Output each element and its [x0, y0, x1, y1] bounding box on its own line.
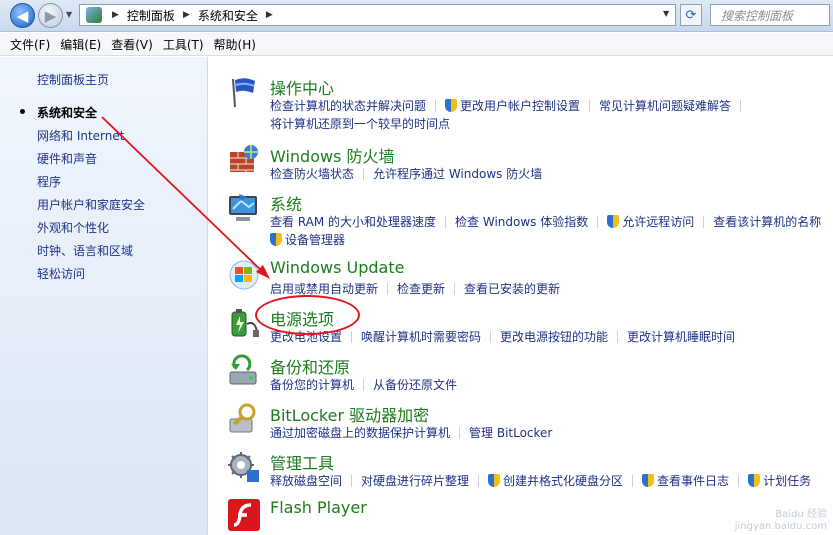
section-links: 释放磁盘空间 对硬盘进行碎片整理 创建并格式化硬盘分区 查看事件日志 计划任务	[270, 472, 811, 489]
task-link[interactable]: 释放磁盘空间	[270, 472, 342, 489]
section-action-center: 操作中心 检查计算机的状态并解决问题 更改用户帐户控制设置 常见计算机问题疑难解…	[227, 75, 833, 131]
task-link[interactable]: 备份您的计算机	[270, 376, 354, 393]
task-link[interactable]: 更改计算机睡眠时间	[627, 328, 735, 345]
sidebar-item-user-accounts[interactable]: 用户帐户和家庭安全	[37, 196, 145, 213]
task-link[interactable]: 常见计算机问题疑难解答	[599, 97, 731, 114]
section-links: 检查防火墙状态 允许程序通过 Windows 防火墙	[270, 165, 542, 182]
uac-shield-icon	[270, 233, 282, 246]
section-bitlocker: BitLocker 驱动器加密 通过加密磁盘上的数据保护计算机 管理 BitLo…	[227, 402, 833, 442]
section-backup-restore: 备份和还原 备份您的计算机 从备份还原文件	[227, 354, 833, 394]
task-link[interactable]: 更改用户帐户控制设置	[460, 97, 580, 114]
task-link[interactable]: 通过加密磁盘上的数据保护计算机	[270, 424, 450, 441]
section-links: 将计算机还原到一个较早的时间点	[270, 115, 450, 132]
task-link[interactable]: 唤醒计算机时需要密码	[361, 328, 481, 345]
sidebar-item-hardware[interactable]: 硬件和声音	[37, 150, 97, 167]
section-title[interactable]: 操作中心	[270, 75, 334, 99]
section-title[interactable]: Flash Player	[270, 498, 367, 517]
section-links: 查看 RAM 的大小和处理器速度 检查 Windows 体验指数 允许远程访问 …	[270, 213, 821, 230]
menu-bar: 文件(F) 编辑(E) 查看(V) 工具(T) 帮助(H)	[0, 33, 833, 56]
task-link[interactable]: 查看该计算机的名称	[713, 213, 821, 230]
task-link[interactable]: 启用或禁用自动更新	[270, 280, 378, 297]
task-link[interactable]: 检查更新	[397, 280, 445, 297]
task-link[interactable]: 查看已安装的更新	[464, 280, 560, 297]
search-input[interactable]: 搜索控制面板	[710, 4, 830, 26]
uac-shield-icon	[642, 474, 655, 487]
task-link[interactable]: 对硬盘进行碎片整理	[361, 472, 469, 489]
task-link[interactable]: 检查防火墙状态	[270, 165, 354, 182]
section-title[interactable]: 备份和还原	[270, 354, 350, 378]
section-system: 系统 查看 RAM 的大小和处理器速度 检查 Windows 体验指数 允许远程…	[227, 191, 833, 247]
uac-shield-icon	[607, 215, 620, 228]
chevron-right-icon[interactable]: ▶	[266, 10, 273, 20]
section-windows-update: Windows Update 启用或禁用自动更新 检查更新 查看已安装的更新	[227, 258, 833, 298]
chevron-right-icon[interactable]: ▶	[112, 10, 119, 20]
section-title[interactable]: 管理工具	[270, 450, 334, 474]
breadcrumb-control-panel[interactable]: 控制面板	[127, 7, 175, 24]
sidebar-item-clock-region[interactable]: 时钟、语言和区域	[37, 242, 133, 259]
menu-view[interactable]: 查看(V)	[111, 36, 153, 53]
section-links: 检查计算机的状态并解决问题 更改用户帐户控制设置 常见计算机问题疑难解答	[270, 97, 750, 114]
uac-shield-icon	[445, 99, 458, 112]
menu-tools[interactable]: 工具(T)	[163, 36, 204, 53]
sidebar-home-link[interactable]: 控制面板主页	[37, 71, 109, 88]
sidebar-item-network[interactable]: 网络和 Internet	[37, 127, 124, 144]
flash-player-icon	[228, 499, 260, 531]
task-link[interactable]: 更改电源按钮的功能	[500, 328, 608, 345]
back-button[interactable]: ◀	[10, 3, 35, 28]
uac-shield-icon	[488, 474, 501, 487]
sidebar-item-appearance[interactable]: 外观和个性化	[37, 219, 109, 236]
watermark-url: jingyan.baidu.com	[734, 521, 827, 532]
address-toolbar: ◀ ▶ ▼ ▶ 控制面板 ▶ 系统和安全 ▶ ▼ ⟳ 搜索控制面板	[0, 0, 833, 32]
task-link[interactable]: 查看 RAM 的大小和处理器速度	[270, 213, 436, 230]
menu-file[interactable]: 文件(F)	[10, 36, 50, 53]
task-link[interactable]: 允许程序通过 Windows 防火墙	[373, 165, 542, 182]
section-title[interactable]: Windows Update	[270, 258, 404, 277]
flag-icon	[232, 78, 255, 108]
admin-tools-icon	[228, 452, 259, 482]
task-link[interactable]: 创建并格式化硬盘分区	[503, 472, 623, 489]
forward-button[interactable]: ▶	[38, 3, 63, 28]
task-link[interactable]: 管理 BitLocker	[469, 424, 552, 441]
address-dropdown-icon[interactable]: ▼	[663, 9, 669, 18]
sidebar-item-ease-of-access[interactable]: 轻松访问	[37, 265, 85, 282]
backup-icon	[229, 354, 257, 385]
task-link[interactable]: 允许远程访问	[622, 213, 694, 230]
section-title[interactable]: 系统	[270, 191, 302, 215]
firewall-icon	[230, 145, 258, 172]
task-link[interactable]: 检查计算机的状态并解决问题	[270, 97, 426, 114]
task-link[interactable]: 将计算机还原到一个较早的时间点	[270, 115, 450, 132]
control-panel-icon	[86, 7, 102, 23]
sidebar: 控制面板主页 系统和安全 网络和 Internet 硬件和声音 程序 用户帐户和…	[0, 57, 208, 535]
refresh-button[interactable]: ⟳	[680, 4, 702, 26]
section-links: 设备管理器	[270, 231, 345, 248]
section-firewall: Windows 防火墙 检查防火墙状态 允许程序通过 Windows 防火墙	[227, 143, 833, 183]
current-bullet-icon	[20, 109, 25, 114]
chevron-right-icon[interactable]: ▶	[183, 10, 190, 20]
section-title[interactable]: Windows 防火墙	[270, 143, 395, 167]
task-link[interactable]: 检查 Windows 体验指数	[455, 213, 588, 230]
address-box[interactable]: ▶ 控制面板 ▶ 系统和安全 ▶	[79, 4, 676, 26]
sidebar-item-programs[interactable]: 程序	[37, 173, 61, 190]
bitlocker-key-icon	[229, 403, 256, 433]
highlight-circle	[255, 295, 360, 335]
uac-shield-icon	[748, 474, 761, 487]
task-link[interactable]: 计划任务	[763, 472, 811, 489]
section-links: 通过加密磁盘上的数据保护计算机 管理 BitLocker	[270, 424, 552, 441]
sidebar-item-current: 系统和安全	[37, 106, 98, 120]
breadcrumb-system-security[interactable]: 系统和安全	[198, 7, 258, 24]
task-link[interactable]: 查看事件日志	[657, 472, 729, 489]
task-link[interactable]: 设备管理器	[285, 231, 345, 248]
section-title[interactable]: BitLocker 驱动器加密	[270, 402, 429, 426]
task-link[interactable]: 从备份还原文件	[373, 376, 457, 393]
menu-edit[interactable]: 编辑(E)	[60, 36, 101, 53]
section-admin-tools: 管理工具 释放磁盘空间 对硬盘进行碎片整理 创建并格式化硬盘分区 查看事件日志 …	[227, 450, 833, 490]
computer-icon	[229, 194, 257, 221]
recent-pages-dropdown-icon[interactable]: ▼	[66, 10, 76, 22]
watermark: Baidu 经验 jingyan.baidu.com	[735, 509, 827, 533]
section-links: 备份您的计算机 从备份还原文件	[270, 376, 457, 393]
windows-update-icon	[229, 260, 259, 290]
menu-help[interactable]: 帮助(H)	[214, 36, 256, 53]
watermark-logo-text: Baidu 经验	[775, 509, 827, 520]
